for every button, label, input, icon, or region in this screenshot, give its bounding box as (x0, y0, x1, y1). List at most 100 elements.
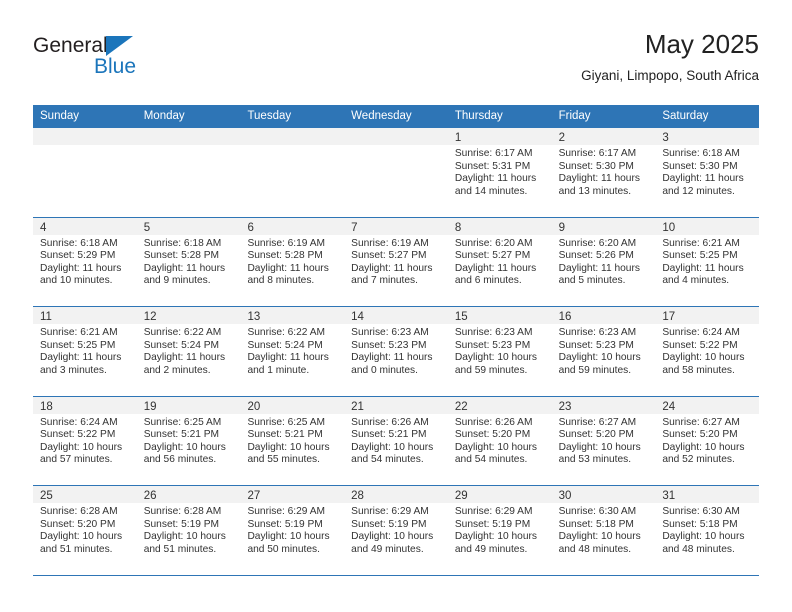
sunrise-text: Sunrise: 6:22 AM (247, 327, 326, 338)
day-cell[interactable]: 11 Sunrise: 6:21 AM Sunset: 5:25 PM Dayl… (33, 307, 137, 396)
sunset-text: Sunset: 5:21 PM (143, 429, 220, 441)
sunset-text: Sunset: 5:28 PM (247, 250, 323, 262)
weekday-header-monday: Monday (143, 110, 185, 122)
day-number: 17 (662, 311, 676, 323)
day-cell[interactable]: 28 Sunrise: 6:29 AM Sunset: 5:19 PM Dayl… (344, 486, 448, 575)
day-number: 14 (351, 311, 364, 323)
daylight-text: Daylight: 10 hours and 54 minutes. (454, 441, 537, 466)
day-cell[interactable]: 21 Sunrise: 6:26 AM Sunset: 5:21 PM Dayl… (344, 396, 448, 485)
day-number-bar: 28 (344, 486, 448, 503)
calendar-week-row: 1 Sunrise: 6:17 AM Sunset: 5:31 PM Dayli… (33, 127, 760, 217)
daylight-text: Daylight: 10 hours and 49 minutes. (454, 531, 537, 555)
day-cell[interactable]: 18 Sunrise: 6:24 AM Sunset: 5:22 PM Dayl… (33, 396, 137, 485)
daylight-text: Daylight: 11 hours and 7 minutes. (351, 262, 433, 287)
day-cell[interactable]: 27 Sunrise: 6:29 AM Sunset: 5:19 PM Dayl… (240, 486, 345, 575)
day-cell[interactable]: 9 Sunrise: 6:20 AM Sunset: 5:26 PM Dayli… (551, 217, 656, 306)
sunrise-text: Sunrise: 6:20 AM (454, 237, 533, 249)
day-number-bar: 18 (33, 396, 137, 414)
sunset-text: Sunset: 5:20 PM (558, 429, 634, 441)
day-number-bar: 13 (240, 307, 345, 324)
sunrise-text: Sunrise: 6:29 AM (247, 506, 326, 517)
day-cell[interactable]: 26 Sunrise: 6:28 AM Sunset: 5:19 PM Dayl… (136, 486, 241, 575)
day-cell[interactable]: 7 Sunrise: 6:19 AM Sunset: 5:27 PM Dayli… (344, 217, 448, 306)
day-cell[interactable]: 29 Sunrise: 6:29 AM Sunset: 5:19 PM Dayl… (447, 486, 552, 575)
day-cell[interactable]: 30 Sunrise: 6:30 AM Sunset: 5:18 PM Dayl… (551, 486, 656, 575)
sunrise-text: Sunrise: 6:21 AM (662, 237, 740, 249)
day-cell-empty (344, 128, 448, 217)
day-cell[interactable]: 1 Sunrise: 6:17 AM Sunset: 5:31 PM Dayli… (447, 128, 552, 217)
day-number-bar: 30 (551, 486, 656, 503)
day-cell[interactable]: 14 Sunrise: 6:23 AM Sunset: 5:23 PM Dayl… (344, 307, 448, 396)
day-cell[interactable]: 3 Sunrise: 6:18 AM Sunset: 5:30 PM Dayli… (655, 128, 760, 217)
sunset-text: Sunset: 5:26 PM (558, 250, 634, 262)
day-cell[interactable]: 10 Sunrise: 6:21 AM Sunset: 5:25 PM Dayl… (655, 217, 760, 306)
sunset-text: Sunset: 5:20 PM (454, 429, 531, 441)
day-info: Sunrise: 6:20 AM Sunset: 5:26 PM Dayligh… (552, 235, 656, 288)
day-cell[interactable]: 19 Sunrise: 6:25 AM Sunset: 5:21 PM Dayl… (136, 396, 241, 485)
sunset-text: Sunset: 5:21 PM (247, 429, 323, 441)
day-cell[interactable]: 13 Sunrise: 6:22 AM Sunset: 5:24 PM Dayl… (240, 307, 345, 396)
day-number: 18 (40, 400, 53, 413)
day-number-bar: 2 (551, 128, 656, 145)
day-info: Sunrise: 6:23 AM Sunset: 5:23 PM Dayligh… (344, 324, 448, 377)
day-number: 12 (143, 311, 157, 323)
sunrise-text: Sunrise: 6:19 AM (351, 237, 429, 249)
general-blue-logo: General Blue (33, 34, 193, 88)
sunrise-text: Sunrise: 6:22 AM (143, 327, 222, 338)
day-info: Sunrise: 6:26 AM Sunset: 5:20 PM Dayligh… (448, 414, 552, 467)
sunset-text: Sunset: 5:19 PM (351, 518, 427, 530)
day-cell[interactable]: 31 Sunrise: 6:30 AM Sunset: 5:18 PM Dayl… (655, 486, 760, 575)
day-number: 5 (143, 221, 151, 234)
day-cell[interactable]: 23 Sunrise: 6:27 AM Sunset: 5:20 PM Dayl… (551, 396, 656, 485)
day-cell[interactable]: 8 Sunrise: 6:20 AM Sunset: 5:27 PM Dayli… (447, 217, 552, 306)
day-cell[interactable]: 4 Sunrise: 6:18 AM Sunset: 5:29 PM Dayli… (33, 217, 137, 306)
daylight-text: Daylight: 10 hours and 59 minutes. (558, 352, 641, 376)
day-info: Sunrise: 6:29 AM Sunset: 5:19 PM Dayligh… (344, 503, 448, 556)
sunset-text: Sunset: 5:30 PM (662, 160, 738, 172)
sunset-text: Sunset: 5:24 PM (143, 339, 220, 351)
day-info: Sunrise: 6:19 AM Sunset: 5:27 PM Dayligh… (344, 235, 448, 288)
sunrise-text: Sunrise: 6:17 AM (558, 148, 637, 159)
sunset-text: Sunset: 5:23 PM (454, 339, 531, 351)
day-cell[interactable]: 6 Sunrise: 6:19 AM Sunset: 5:28 PM Dayli… (240, 217, 345, 306)
day-cell[interactable]: 22 Sunrise: 6:26 AM Sunset: 5:20 PM Dayl… (447, 396, 552, 485)
day-cell[interactable]: 12 Sunrise: 6:22 AM Sunset: 5:24 PM Dayl… (136, 307, 241, 396)
day-number-bar: 19 (136, 396, 241, 414)
day-number: 30 (558, 490, 572, 502)
day-number-bar (344, 128, 448, 145)
day-cell[interactable]: 17 Sunrise: 6:24 AM Sunset: 5:22 PM Dayl… (655, 307, 760, 396)
daylight-text: Daylight: 10 hours and 58 minutes. (662, 352, 745, 376)
day-info: Sunrise: 6:30 AM Sunset: 5:18 PM Dayligh… (655, 503, 759, 556)
weekday-header-saturday: Saturday (662, 110, 709, 122)
daylight-text: Daylight: 10 hours and 51 minutes. (143, 531, 226, 555)
daylight-text: Daylight: 10 hours and 54 minutes. (351, 441, 434, 466)
weekday-header-sunday: Sunday (40, 110, 80, 122)
day-info: Sunrise: 6:18 AM Sunset: 5:29 PM Dayligh… (33, 235, 137, 288)
day-number: 31 (662, 490, 676, 502)
day-cell[interactable]: 5 Sunrise: 6:18 AM Sunset: 5:28 PM Dayli… (136, 217, 241, 306)
day-cell[interactable]: 24 Sunrise: 6:27 AM Sunset: 5:20 PM Dayl… (655, 396, 760, 485)
day-number-bar: 9 (551, 217, 656, 235)
day-info: Sunrise: 6:28 AM Sunset: 5:20 PM Dayligh… (33, 503, 137, 556)
day-number-bar: 6 (240, 217, 345, 235)
day-info: Sunrise: 6:27 AM Sunset: 5:20 PM Dayligh… (655, 414, 759, 467)
weekday-header-friday: Friday (558, 110, 591, 122)
sunset-text: Sunset: 5:24 PM (247, 339, 323, 351)
day-number-bar (240, 128, 345, 145)
day-cell[interactable]: 20 Sunrise: 6:25 AM Sunset: 5:21 PM Dayl… (240, 396, 345, 485)
day-number: 20 (247, 400, 261, 413)
sunrise-text: Sunrise: 6:19 AM (247, 237, 326, 249)
day-cell[interactable]: 15 Sunrise: 6:23 AM Sunset: 5:23 PM Dayl… (447, 307, 552, 396)
daylight-text: Daylight: 10 hours and 50 minutes. (247, 531, 330, 555)
day-number-bar: 20 (240, 396, 345, 414)
day-cell[interactable]: 25 Sunrise: 6:28 AM Sunset: 5:20 PM Dayl… (33, 486, 137, 575)
day-number: 4 (40, 221, 47, 234)
day-cell[interactable]: 2 Sunrise: 6:17 AM Sunset: 5:30 PM Dayli… (551, 128, 656, 217)
day-cell[interactable]: 16 Sunrise: 6:23 AM Sunset: 5:23 PM Dayl… (551, 307, 656, 396)
sunrise-text: Sunrise: 6:20 AM (558, 237, 637, 249)
day-number: 3 (662, 132, 669, 144)
sunrise-text: Sunrise: 6:28 AM (40, 506, 118, 517)
sunset-text: Sunset: 5:19 PM (247, 518, 323, 530)
day-number-bar: 31 (655, 486, 760, 503)
day-number: 25 (40, 490, 53, 502)
